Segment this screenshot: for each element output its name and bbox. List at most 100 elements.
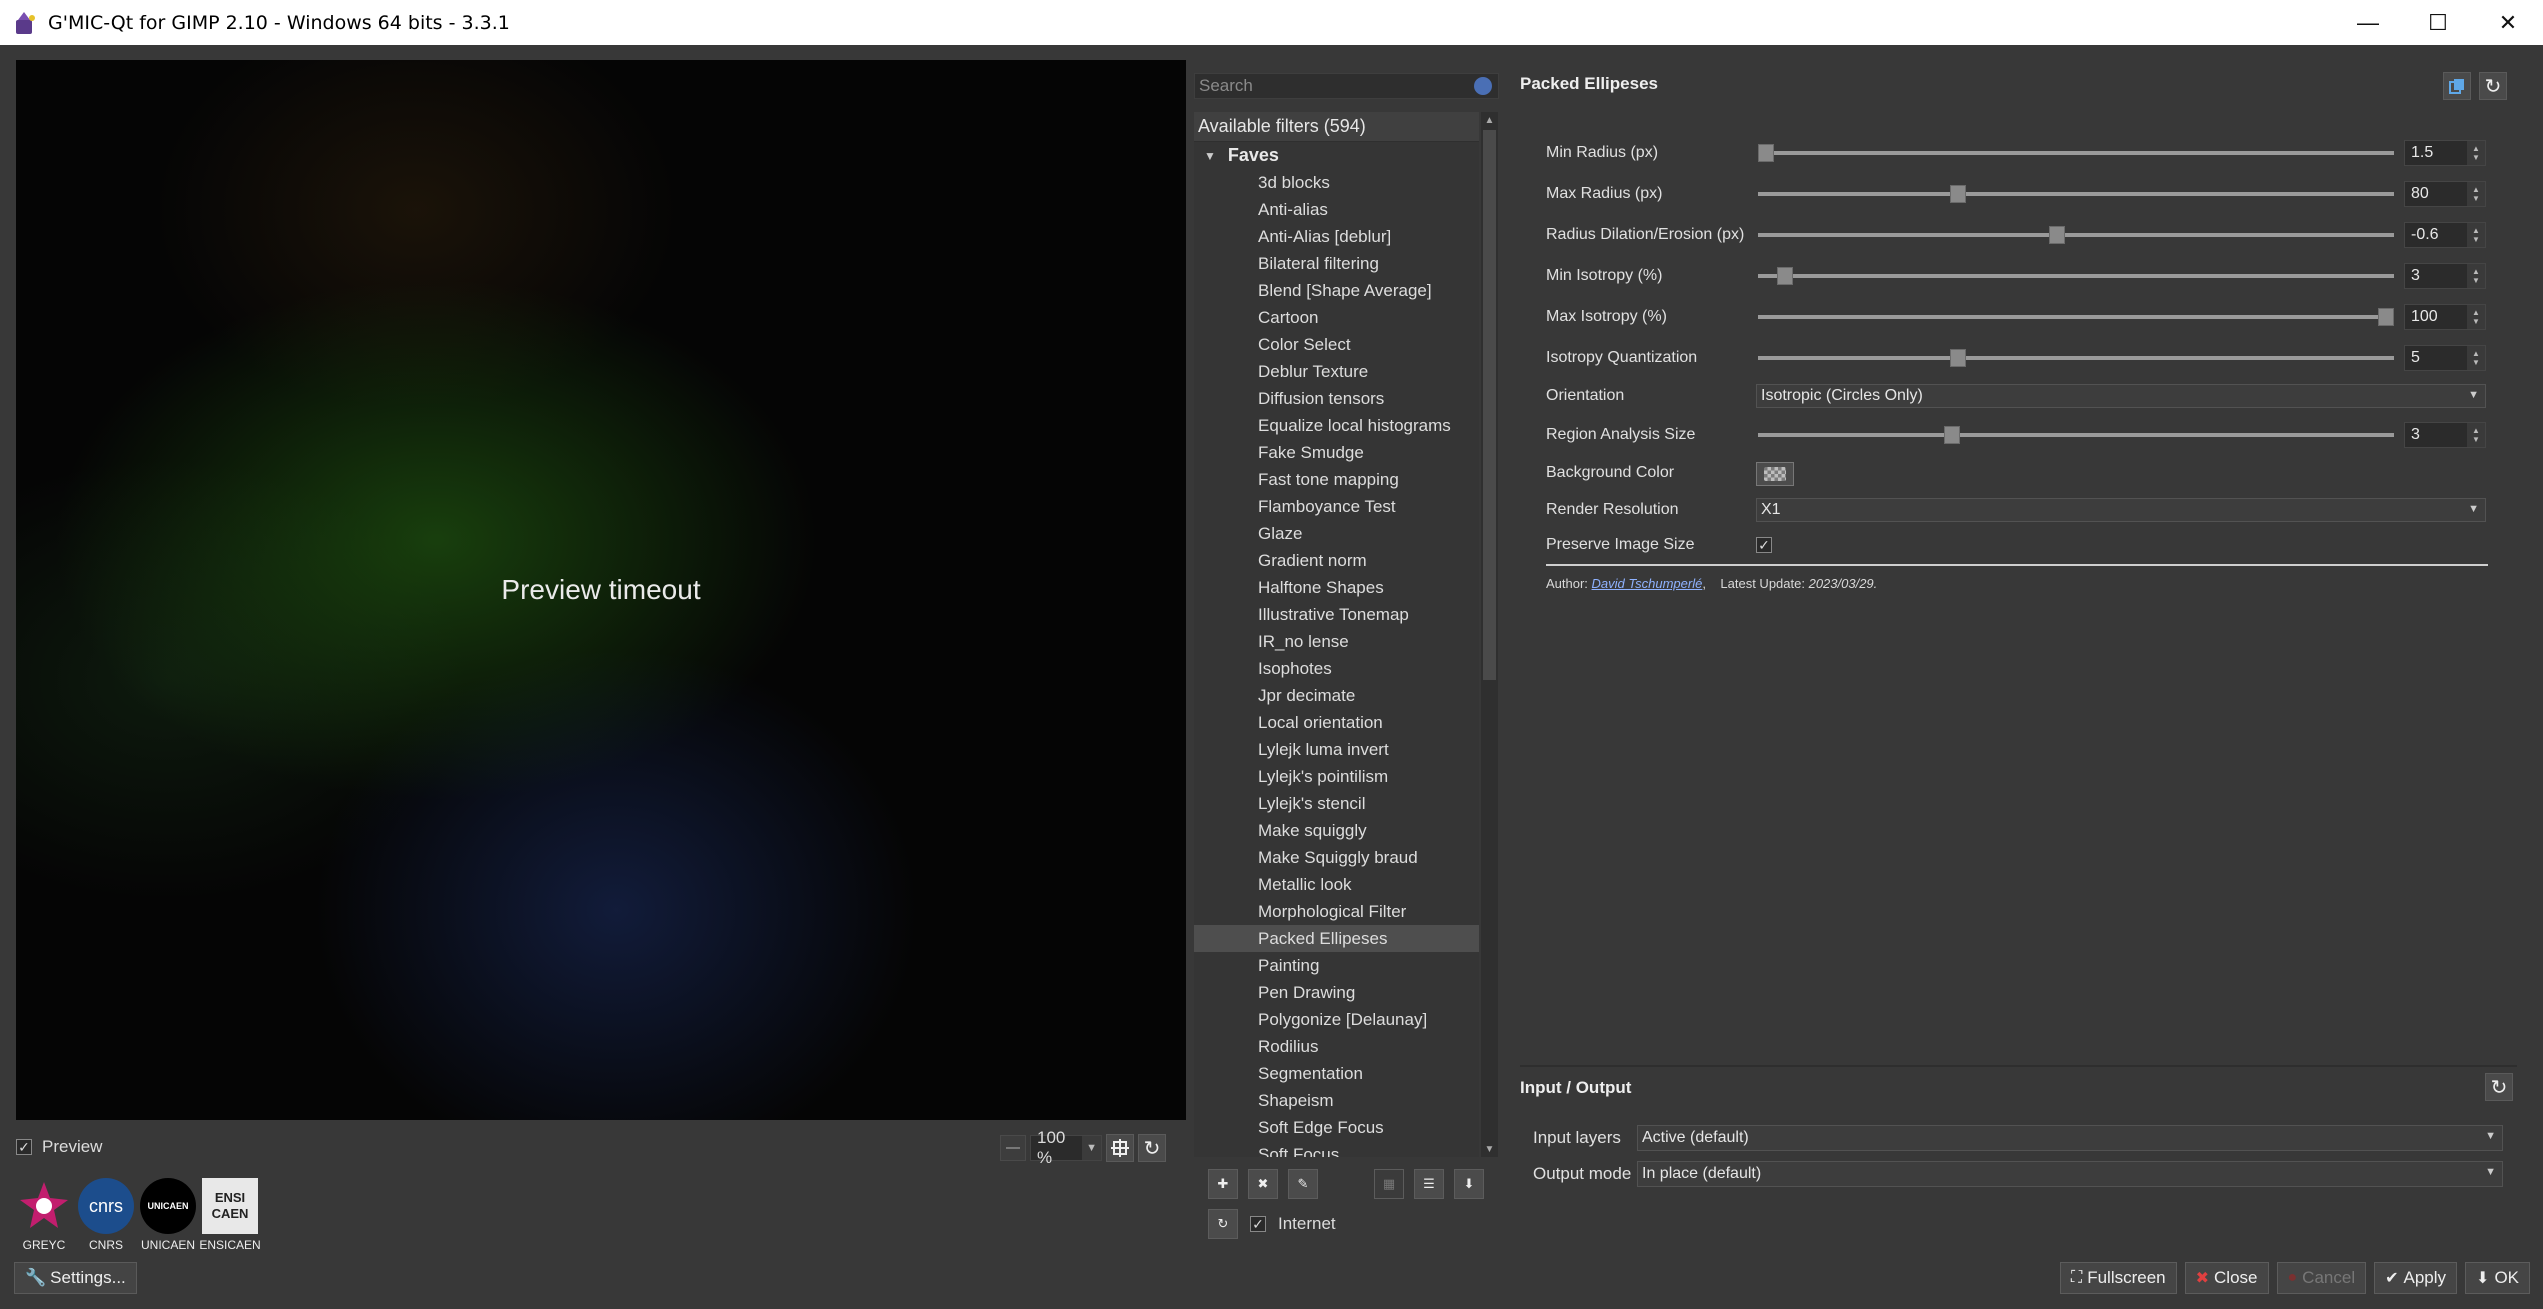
filter-item[interactable]: Metallic look <box>1194 871 1479 898</box>
visibility-toggle-button[interactable]: ☰ <box>1414 1169 1444 1199</box>
filter-item[interactable]: Local orientation <box>1194 709 1479 736</box>
filter-item[interactable]: Diffusion tensors <box>1194 385 1479 412</box>
preview-checkbox[interactable]: ✓ <box>16 1139 32 1155</box>
spin-arrows-icon[interactable]: ▲ ▼ <box>2467 141 2485 165</box>
max-isotropy-spinbox[interactable]: 100 ▲ ▼ <box>2404 304 2486 330</box>
min-radius-slider[interactable] <box>1758 151 2394 155</box>
input-layers-select[interactable]: Active (default) ▼ <box>1637 1125 2503 1151</box>
filter-item[interactable]: Halftone Shapes <box>1194 574 1479 601</box>
filter-item[interactable]: Lylejk luma invert <box>1194 736 1479 763</box>
filter-item[interactable]: Cartoon <box>1194 304 1479 331</box>
minimize-button[interactable]: — <box>2333 0 2403 45</box>
close-button[interactable]: ✖ Close <box>2184 1262 2269 1294</box>
settings-button[interactable]: 🔧 Settings... <box>14 1262 137 1294</box>
radius-dilation-slider[interactable] <box>1758 233 2394 237</box>
filter-item[interactable]: IR_no lense <box>1194 628 1479 655</box>
author-link[interactable]: David Tschumperlé <box>1592 576 1703 591</box>
color-selection-button[interactable]: ▦ <box>1374 1169 1404 1199</box>
remove-fave-button[interactable]: ✖ <box>1248 1169 1278 1199</box>
spin-arrows-icon[interactable]: ▲ ▼ <box>2467 264 2485 288</box>
min-isotropy-spinbox[interactable]: 3 ▲ ▼ <box>2404 263 2486 289</box>
filter-item[interactable]: Segmentation <box>1194 1060 1479 1087</box>
max-radius-thumb[interactable] <box>1950 185 1967 203</box>
filter-item[interactable]: Anti-Alias [deblur] <box>1194 223 1479 250</box>
filter-item[interactable]: Shapeism <box>1194 1087 1479 1114</box>
fullscreen-button[interactable]: ⛶ Fullscreen <box>2060 1262 2177 1294</box>
copy-to-clipboard-button[interactable] <box>2443 72 2471 100</box>
orientation-select[interactable]: Isotropic (Circles Only) ▼ <box>1756 384 2486 408</box>
spin-arrows-icon[interactable]: ▲ ▼ <box>2467 223 2485 247</box>
region-size-thumb[interactable] <box>1944 426 1960 444</box>
search-input[interactable]: Search <box>1194 73 1499 99</box>
filter-item[interactable]: Anti-alias <box>1194 196 1479 223</box>
render-resolution-select[interactable]: X1 ▼ <box>1756 498 2486 522</box>
filter-item[interactable]: Blend [Shape Average] <box>1194 277 1479 304</box>
filter-item[interactable]: Painting <box>1194 952 1479 979</box>
ok-button[interactable]: ⬇ OK <box>2465 1262 2530 1294</box>
radius-dilation-thumb[interactable] <box>2049 226 2066 244</box>
max-isotropy-thumb[interactable] <box>2378 308 2394 326</box>
update-filters-button[interactable]: ↻ <box>1208 1209 1238 1239</box>
refresh-preview-button[interactable]: ↻ <box>1138 1134 1166 1162</box>
filter-item[interactable]: Soft Focus <box>1194 1141 1479 1158</box>
filter-item[interactable]: Illustrative Tonemap <box>1194 601 1479 628</box>
filter-item[interactable]: Color Select <box>1194 331 1479 358</box>
filter-item[interactable]: Make Squiggly braud <box>1194 844 1479 871</box>
min-radius-spinbox[interactable]: 1.5 ▲ ▼ <box>2404 140 2486 166</box>
filter-item[interactable]: Equalize local histograms <box>1194 412 1479 439</box>
filter-item[interactable]: Polygonize [Delaunay] <box>1194 1006 1479 1033</box>
filter-item[interactable]: Isophotes <box>1194 655 1479 682</box>
tree-folder-faves[interactable]: ▼ Faves <box>1194 142 1479 169</box>
background-color-button[interactable] <box>1756 462 1794 486</box>
max-radius-slider[interactable] <box>1758 192 2394 196</box>
isotropy-quant-slider[interactable] <box>1758 356 2394 360</box>
isotropy-quant-spinbox[interactable]: 5 ▲ ▼ <box>2404 345 2486 371</box>
min-isotropy-slider[interactable] <box>1758 274 2394 278</box>
radius-dilation-spinbox[interactable]: -0.6 ▲ ▼ <box>2404 222 2486 248</box>
filter-item[interactable]: Fast tone mapping <box>1194 466 1479 493</box>
zoom-combo[interactable]: 100 % ▼ <box>1030 1128 1102 1167</box>
max-radius-spinbox[interactable]: 80 ▲ ▼ <box>2404 181 2486 207</box>
preview-toggle[interactable]: ✓ Preview <box>16 1137 102 1157</box>
internet-checkbox[interactable]: ✓ <box>1250 1216 1266 1232</box>
filter-item[interactable]: Glaze <box>1194 520 1479 547</box>
zoom-out-button[interactable] <box>1000 1135 1026 1161</box>
preserve-size-checkbox[interactable]: ✓ <box>1756 537 1772 553</box>
filter-item[interactable]: Deblur Texture <box>1194 358 1479 385</box>
reset-params-button[interactable]: ↻ <box>2479 72 2507 100</box>
maximize-button[interactable]: ☐ <box>2403 0 2473 45</box>
add-fave-button[interactable]: ✚ <box>1208 1169 1238 1199</box>
scroll-up-icon[interactable]: ▲ <box>1481 112 1498 128</box>
filter-item[interactable]: Gradient norm <box>1194 547 1479 574</box>
apply-button[interactable]: ✔ Apply <box>2374 1262 2458 1294</box>
min-radius-thumb[interactable] <box>1758 144 1774 162</box>
preview-canvas[interactable]: Preview timeout <box>16 60 1186 1120</box>
filter-item[interactable]: Morphological Filter <box>1194 898 1479 925</box>
spin-arrows-icon[interactable]: ▲ ▼ <box>2467 182 2485 206</box>
filter-item[interactable]: Pen Drawing <box>1194 979 1479 1006</box>
region-size-slider[interactable] <box>1758 433 2394 437</box>
filter-scrollbar[interactable]: ▲ ▼ <box>1481 112 1498 1157</box>
spin-arrows-icon[interactable]: ▲ ▼ <box>2467 346 2485 370</box>
isotropy-quant-thumb[interactable] <box>1950 349 1967 367</box>
spin-arrows-icon[interactable]: ▲ ▼ <box>2467 305 2485 329</box>
scroll-down-icon[interactable]: ▼ <box>1481 1141 1498 1157</box>
filter-item[interactable]: Bilateral filtering <box>1194 250 1479 277</box>
filter-item[interactable]: Packed Ellipeses <box>1194 925 1479 952</box>
filter-item[interactable]: Jpr decimate <box>1194 682 1479 709</box>
min-isotropy-thumb[interactable] <box>1776 267 1793 285</box>
filter-item[interactable]: Rodilius <box>1194 1033 1479 1060</box>
zoom-in-button[interactable] <box>1106 1134 1134 1162</box>
rename-fave-button[interactable]: ✎ <box>1288 1169 1318 1199</box>
io-splitter[interactable] <box>1520 1065 2517 1067</box>
region-size-spinbox[interactable]: 3 ▲ ▼ <box>2404 422 2486 448</box>
cancel-button[interactable]: ● Cancel <box>2276 1262 2367 1294</box>
filter-tree[interactable]: Available filters (594) ▼ Faves 3d block… <box>1194 112 1479 1157</box>
output-mode-select[interactable]: In place (default) ▼ <box>1637 1161 2503 1187</box>
close-window-button[interactable]: ✕ <box>2473 0 2543 45</box>
filter-item[interactable]: Make squiggly <box>1194 817 1479 844</box>
expand-all-button[interactable]: ⬇ <box>1454 1169 1484 1199</box>
max-isotropy-slider[interactable] <box>1758 315 2394 319</box>
filter-item[interactable]: Soft Edge Focus <box>1194 1114 1479 1141</box>
scrollbar-thumb[interactable] <box>1483 130 1496 680</box>
